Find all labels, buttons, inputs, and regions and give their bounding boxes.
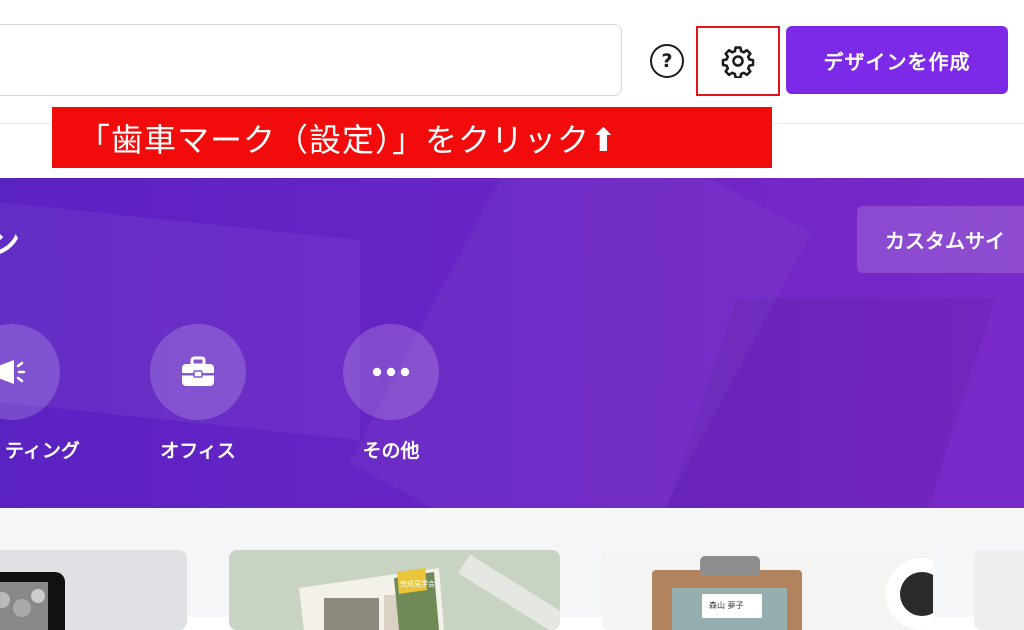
category-more[interactable]: その他 [343,324,439,463]
custom-size-button[interactable]: カスタムサイ [857,206,1024,273]
template-thumbnail: 森山 夢子 [602,550,933,630]
category-icon-circle [0,324,61,420]
question-circle-icon: ? [661,50,673,72]
template-thumbnail: 完成見学会 [229,550,560,630]
hero-title: ン [0,224,20,264]
create-design-button[interactable]: デザインを作成 [786,26,1008,94]
briefcase-icon [182,356,214,386]
hero-banner: ン カスタムサイ ティング オフィス その他 [0,178,1024,508]
search-input[interactable] [0,24,622,96]
instruction-callout: 「歯車マーク（設定）」をクリック⬆ [52,107,772,168]
help-button[interactable]: ? [650,44,684,78]
top-bar: ? デザインを作成 [0,0,1024,124]
category-marketing[interactable]: ティング [0,324,80,463]
template-card[interactable]: 完成見学会 [229,550,560,630]
gear-icon [721,46,755,78]
category-label: ティング [5,440,80,462]
category-label: その他 [362,440,420,462]
template-card[interactable]: 森山 夢子 [602,550,933,630]
template-card[interactable] [974,550,1024,630]
category-office[interactable]: オフィス [150,324,246,463]
category-label: オフィス [160,440,236,462]
settings-button[interactable] [696,26,780,96]
card-name: 森山 夢子 [709,600,744,610]
more-dots-icon [372,367,410,377]
megaphone-icon [0,360,26,384]
category-icon-circle [150,324,246,420]
template-section: 完成見学会 森山 夢子 [0,508,1024,630]
template-card[interactable] [0,550,187,630]
template-thumbnail [0,572,65,630]
category-icon-circle [343,324,439,420]
card-tag: 完成見学会 [400,579,435,588]
